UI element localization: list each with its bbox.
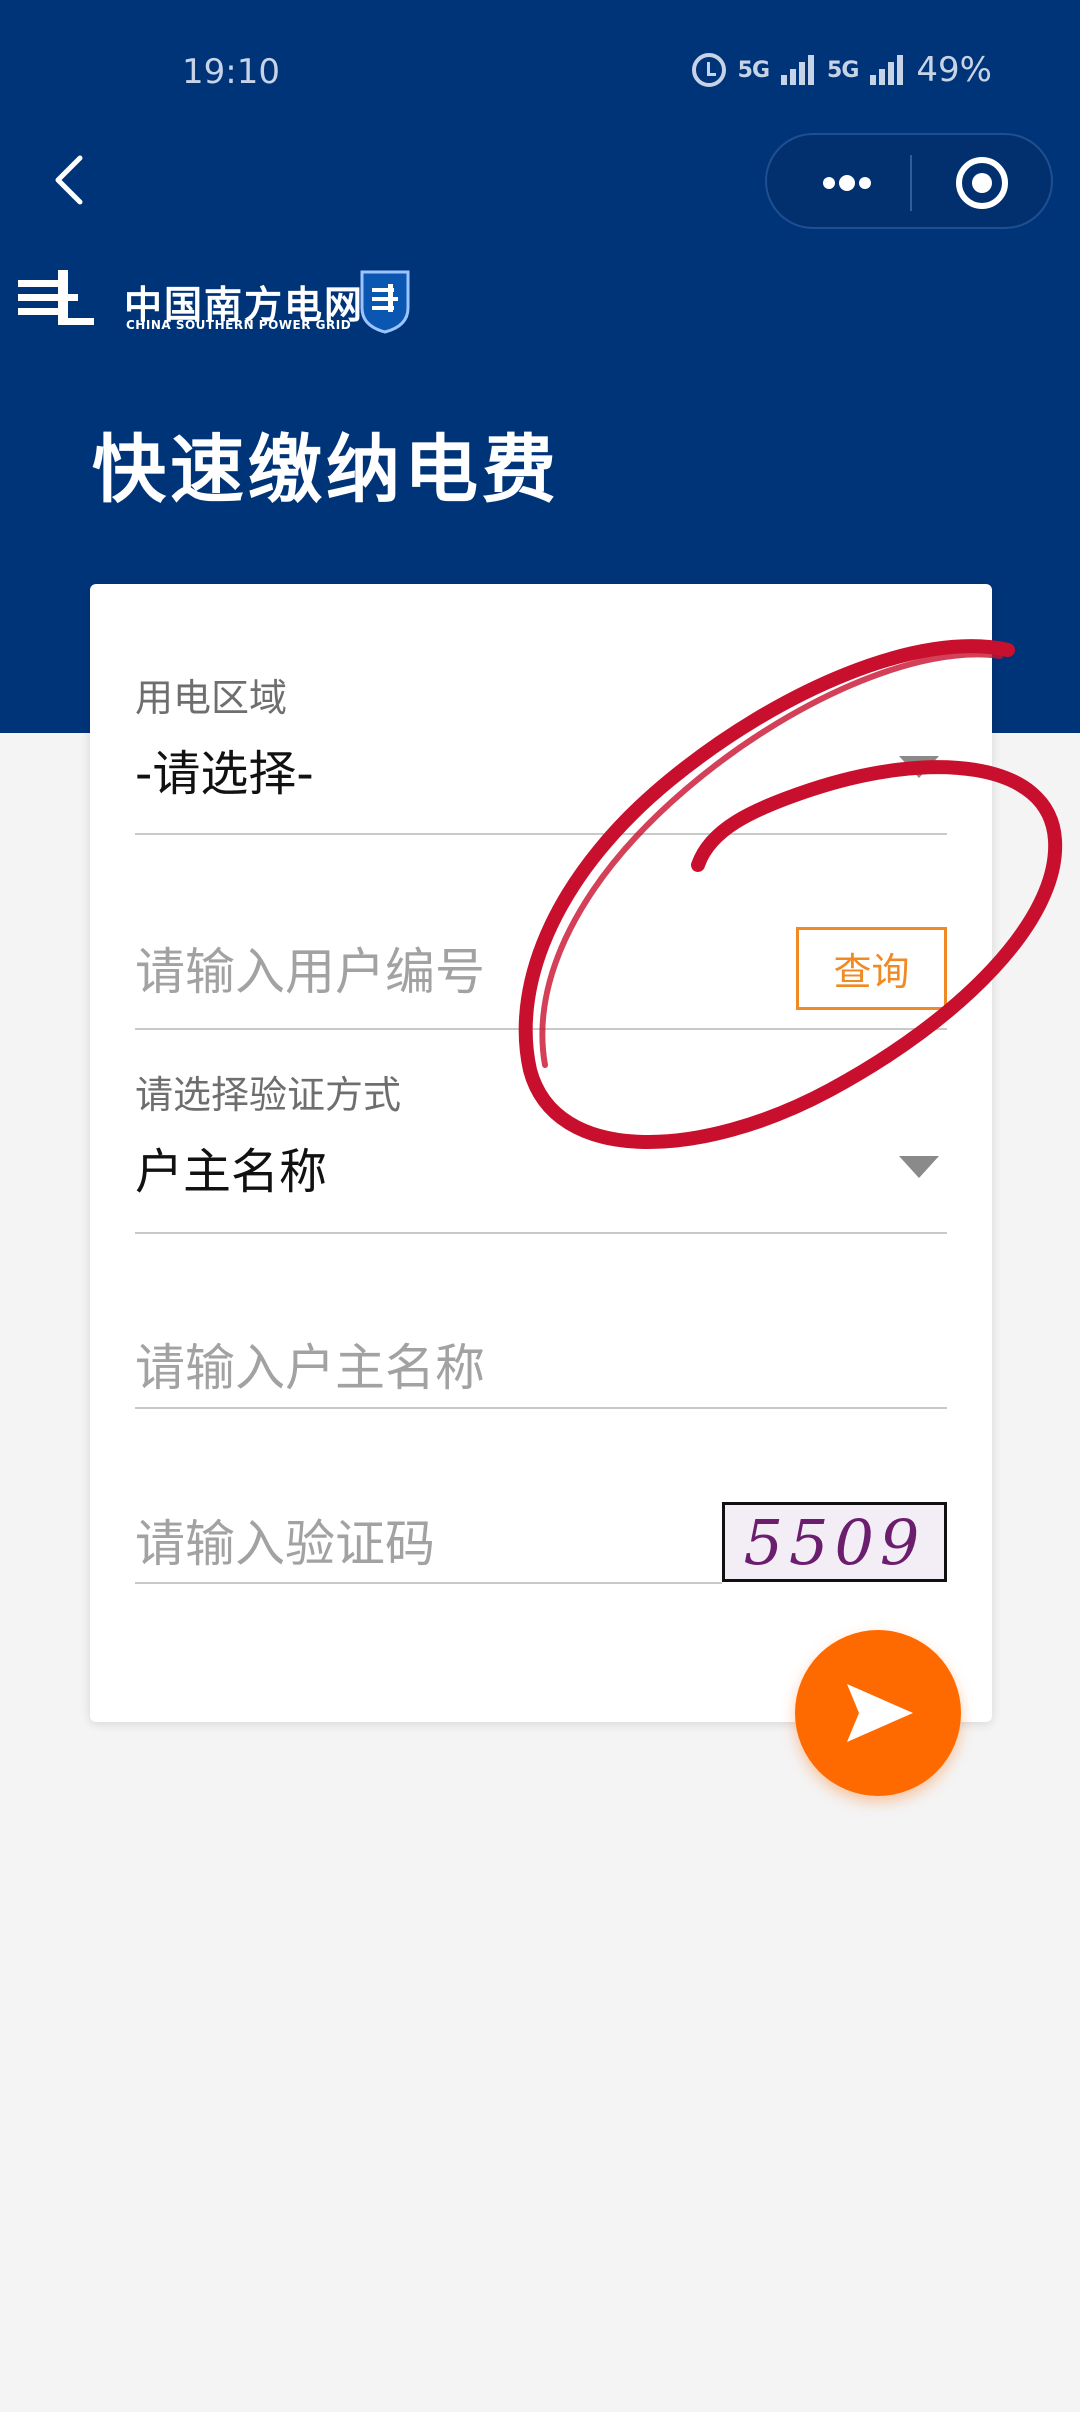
captcha-input[interactable]: 请输入验证码	[135, 1504, 435, 1576]
page-title: 快速缴纳电费	[92, 427, 560, 513]
chevron-down-icon	[899, 756, 939, 778]
grid-logo-icon	[18, 270, 94, 325]
signal-bars-icon	[781, 55, 815, 85]
signal-bars-icon-2	[870, 55, 904, 85]
close-button[interactable]	[942, 155, 1022, 211]
chevron-left-icon	[55, 155, 83, 205]
status-bar: 19:10 5G 5G 49%	[0, 0, 1080, 140]
query-button[interactable]: 查询	[796, 927, 947, 1010]
status-time: 19:10	[182, 52, 280, 92]
back-button[interactable]	[44, 150, 104, 210]
region-label: 用电区域	[135, 676, 288, 720]
owner-name-input[interactable]: 请输入户主名称	[135, 1328, 485, 1400]
region-underline	[135, 833, 947, 835]
region-select[interactable]: -请选择-	[135, 734, 947, 814]
signal-5g-icon: 5G	[737, 57, 770, 83]
more-button[interactable]	[807, 155, 887, 211]
captcha-underline	[135, 1582, 722, 1584]
user-number-underline	[135, 1028, 947, 1030]
region-value: -请选择-	[135, 746, 314, 802]
status-indicators: 5G 5G 49%	[691, 50, 992, 90]
brand-logo: 中国南方电网 CHINA SOUTHERN POWER GRID	[18, 268, 418, 338]
verify-method-label: 请选择验证方式	[135, 1073, 402, 1117]
send-arrow-icon	[847, 1684, 913, 1742]
payment-form-card: 用电区域 -请选择- 请输入用户编号 查询 请选择验证方式 户主名称 请输入户主…	[90, 584, 992, 1722]
signal-5g-icon-2: 5G	[827, 57, 859, 83]
brand-name-en: CHINA SOUTHERN POWER GRID	[126, 318, 352, 332]
alarm-icon	[691, 53, 726, 87]
verify-method-underline	[135, 1232, 947, 1234]
chevron-down-icon	[899, 1156, 939, 1178]
captcha-image[interactable]: 5509	[722, 1502, 947, 1582]
shield-emblem-icon	[360, 270, 410, 334]
verify-method-select[interactable]: 户主名称	[135, 1132, 947, 1212]
user-number-input[interactable]: 请输入用户编号	[135, 932, 485, 1004]
mini-program-capsule	[765, 133, 1053, 229]
target-close-icon	[956, 157, 1008, 209]
submit-button[interactable]	[795, 1630, 961, 1796]
capsule-divider	[910, 155, 912, 211]
more-dots-icon	[823, 175, 871, 191]
battery-level: 49%	[916, 50, 992, 90]
verify-method-value: 户主名称	[135, 1144, 328, 1200]
owner-name-underline	[135, 1407, 947, 1409]
